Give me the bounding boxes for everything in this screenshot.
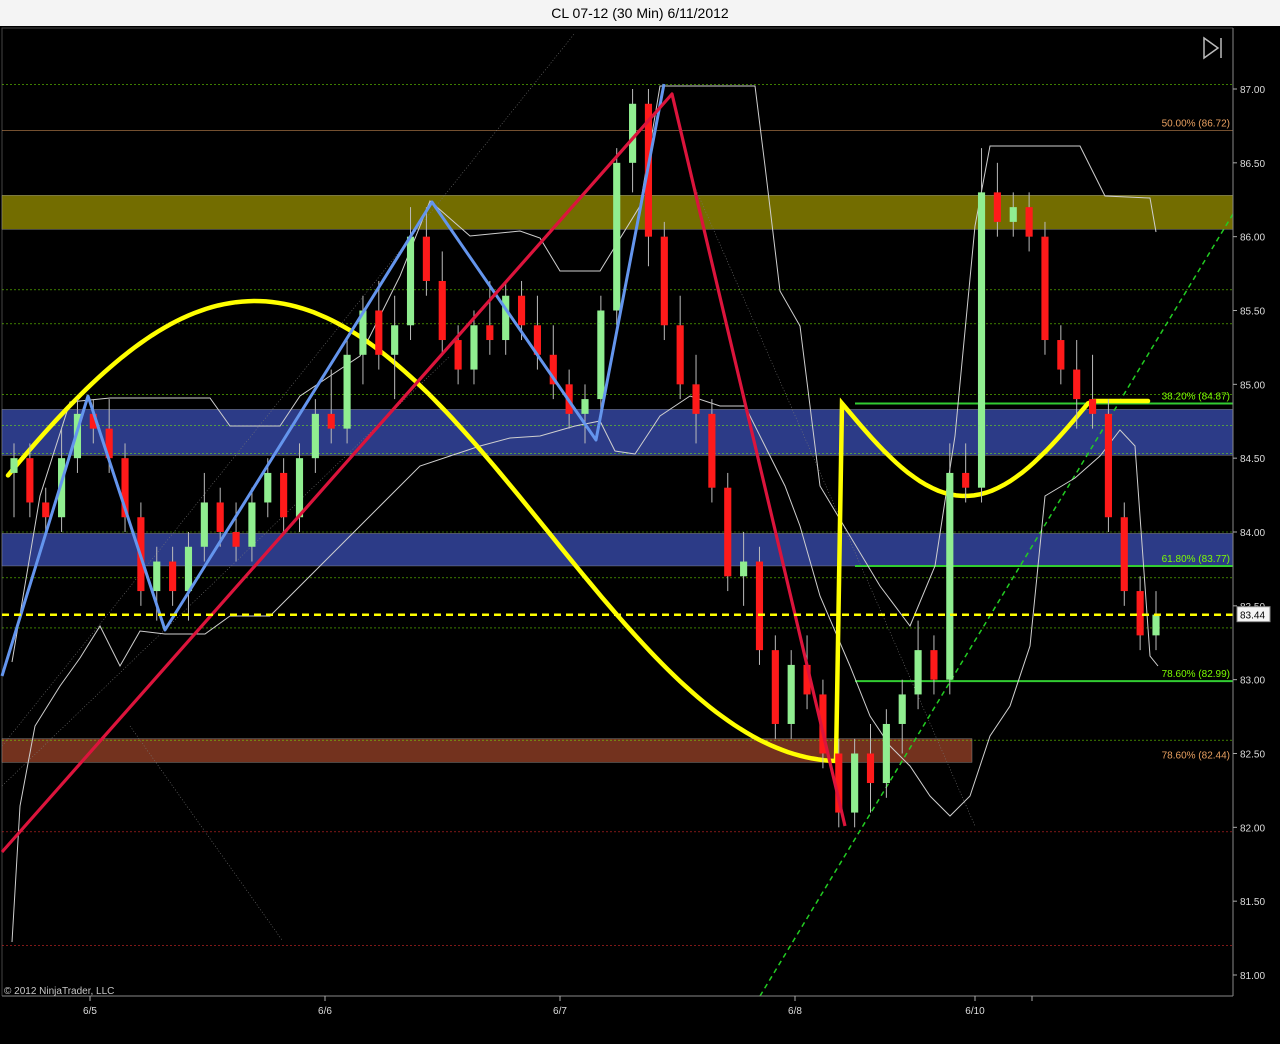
x-tick-label: 6/8 [788,1006,802,1017]
copyright-label: © 2012 NinjaTrader, LLC [4,986,115,997]
candle [406,236,415,326]
candle [327,413,335,429]
candle [993,192,1001,222]
candle [1073,369,1081,400]
y-tick-label: 85.00 [1240,380,1265,391]
time-axis [0,996,1280,1044]
x-tick-label: 6/7 [553,1006,567,1017]
y-tick-label: 82.50 [1240,750,1265,761]
candle [1025,207,1033,237]
y-tick-label: 86.00 [1240,233,1265,244]
candle [962,472,970,488]
chart-window: CL 07-12 (30 Min) 6/11/2012 50.00% (86.7… [0,0,1280,1044]
candle [184,546,193,592]
candle [676,325,684,385]
candle [169,561,177,592]
x-tick-label: 6/5 [83,1006,97,1017]
y-tick-label: 84.50 [1240,454,1265,465]
candle [200,502,208,547]
y-tick-label: 84.00 [1240,528,1265,539]
candle [1152,614,1160,636]
candle [898,694,906,724]
candle [280,472,288,518]
candle [930,650,938,680]
candle [216,502,224,532]
candle [581,399,589,414]
candle [755,561,764,651]
candle [470,325,478,370]
candle [1120,517,1128,592]
candle [295,458,304,518]
candle [502,295,510,341]
candle [26,458,34,503]
candle [454,340,462,370]
y-tick-label: 87.00 [1240,85,1265,96]
candle [851,753,859,813]
candle [946,472,954,680]
candle [438,280,446,341]
fib-label: 38.20% (84.87) [1162,392,1230,403]
price-chart[interactable]: 50.00% (86.72) 38.20% (84.87) 61.80% (83.7… [0,26,1280,1044]
candle [486,325,494,341]
candle [771,650,779,724]
x-tick-label: 6/6 [318,1006,332,1017]
candle [264,472,272,503]
candle [882,723,890,784]
current-price-label: 83.44 [1240,611,1265,622]
fib-label: 78.60% (82.99) [1162,669,1230,680]
chart-panel[interactable]: 50.00% (86.72) 38.20% (84.87) 61.80% (83.7… [0,26,1280,1044]
candle [311,413,319,459]
fib-label: 78.60% (82.44) [1162,750,1230,761]
y-tick-label: 85.50 [1240,307,1265,318]
candle [153,561,161,592]
candle [708,413,716,488]
candle [740,561,748,577]
fib-label: 50.00% (86.72) [1162,118,1230,129]
candle [660,236,668,326]
skip-to-end-button[interactable] [1200,36,1226,60]
x-tick-label: 6/10 [965,1006,985,1017]
candle [866,753,875,784]
y-tick-label: 81.00 [1240,971,1265,982]
y-tick-label: 82.00 [1240,823,1265,834]
candle [613,162,621,311]
candle [42,502,50,518]
candle [1104,413,1112,518]
chart-title: CL 07-12 (30 Min) 6/11/2012 [0,0,1280,26]
candle [422,236,430,281]
candle [597,310,605,400]
skip-to-end-icon [1203,36,1222,60]
candle [724,487,732,577]
candle [787,664,795,724]
y-tick-label: 86.50 [1240,159,1265,170]
candle [1057,340,1065,370]
candle [629,103,637,163]
y-tick-label: 81.50 [1240,897,1265,908]
candle [1041,236,1049,341]
candle [914,650,922,695]
candle [391,325,399,355]
candle [248,502,256,547]
candle [375,310,383,355]
candle [343,354,351,429]
candle [1136,591,1144,636]
candle [517,295,526,326]
y-tick-label: 83.00 [1240,676,1265,687]
candle [1088,399,1097,414]
fib-label: 61.80% (83.77) [1162,554,1230,565]
candle [1009,207,1017,222]
candle [692,384,700,414]
candle [232,532,240,547]
candle [977,192,986,488]
candle [10,458,18,473]
